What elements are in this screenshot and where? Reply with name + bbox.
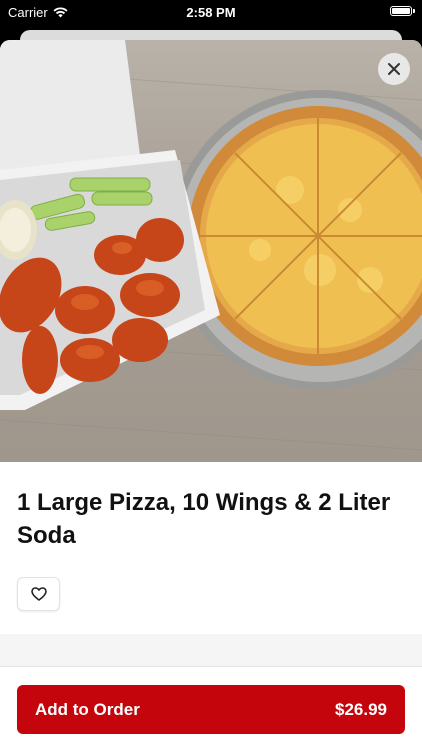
bottom-action-bar: Add to Order $26.99 xyxy=(0,666,422,750)
item-title: 1 Large Pizza, 10 Wings & 2 Liter Soda xyxy=(17,489,391,549)
heart-icon xyxy=(30,587,47,601)
battery-icon xyxy=(390,6,415,16)
close-icon xyxy=(388,63,400,75)
close-button[interactable] xyxy=(378,53,410,85)
item-photo xyxy=(0,40,422,462)
item-detail-sheet: 1 Large Pizza, 10 Wings & 2 Liter Soda A… xyxy=(0,40,422,750)
clock: 2:58 PM xyxy=(186,5,236,20)
status-bar: Carrier 2:58 PM xyxy=(0,0,422,26)
add-to-order-label: Add to Order xyxy=(35,699,140,719)
add-to-order-button[interactable]: Add to Order $26.99 xyxy=(17,685,405,734)
pizza-wings-photo xyxy=(0,40,422,451)
favorite-button[interactable] xyxy=(17,577,60,611)
section-divider xyxy=(0,634,422,666)
price-label: $26.99 xyxy=(335,699,387,719)
